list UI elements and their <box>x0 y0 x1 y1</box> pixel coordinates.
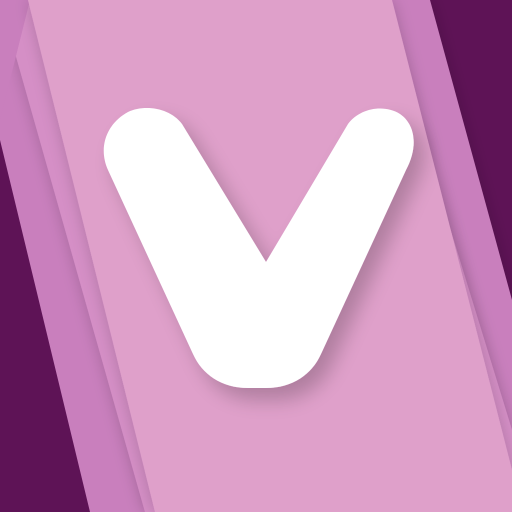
app-icon <box>0 0 512 512</box>
app-icon-artwork <box>0 0 512 512</box>
